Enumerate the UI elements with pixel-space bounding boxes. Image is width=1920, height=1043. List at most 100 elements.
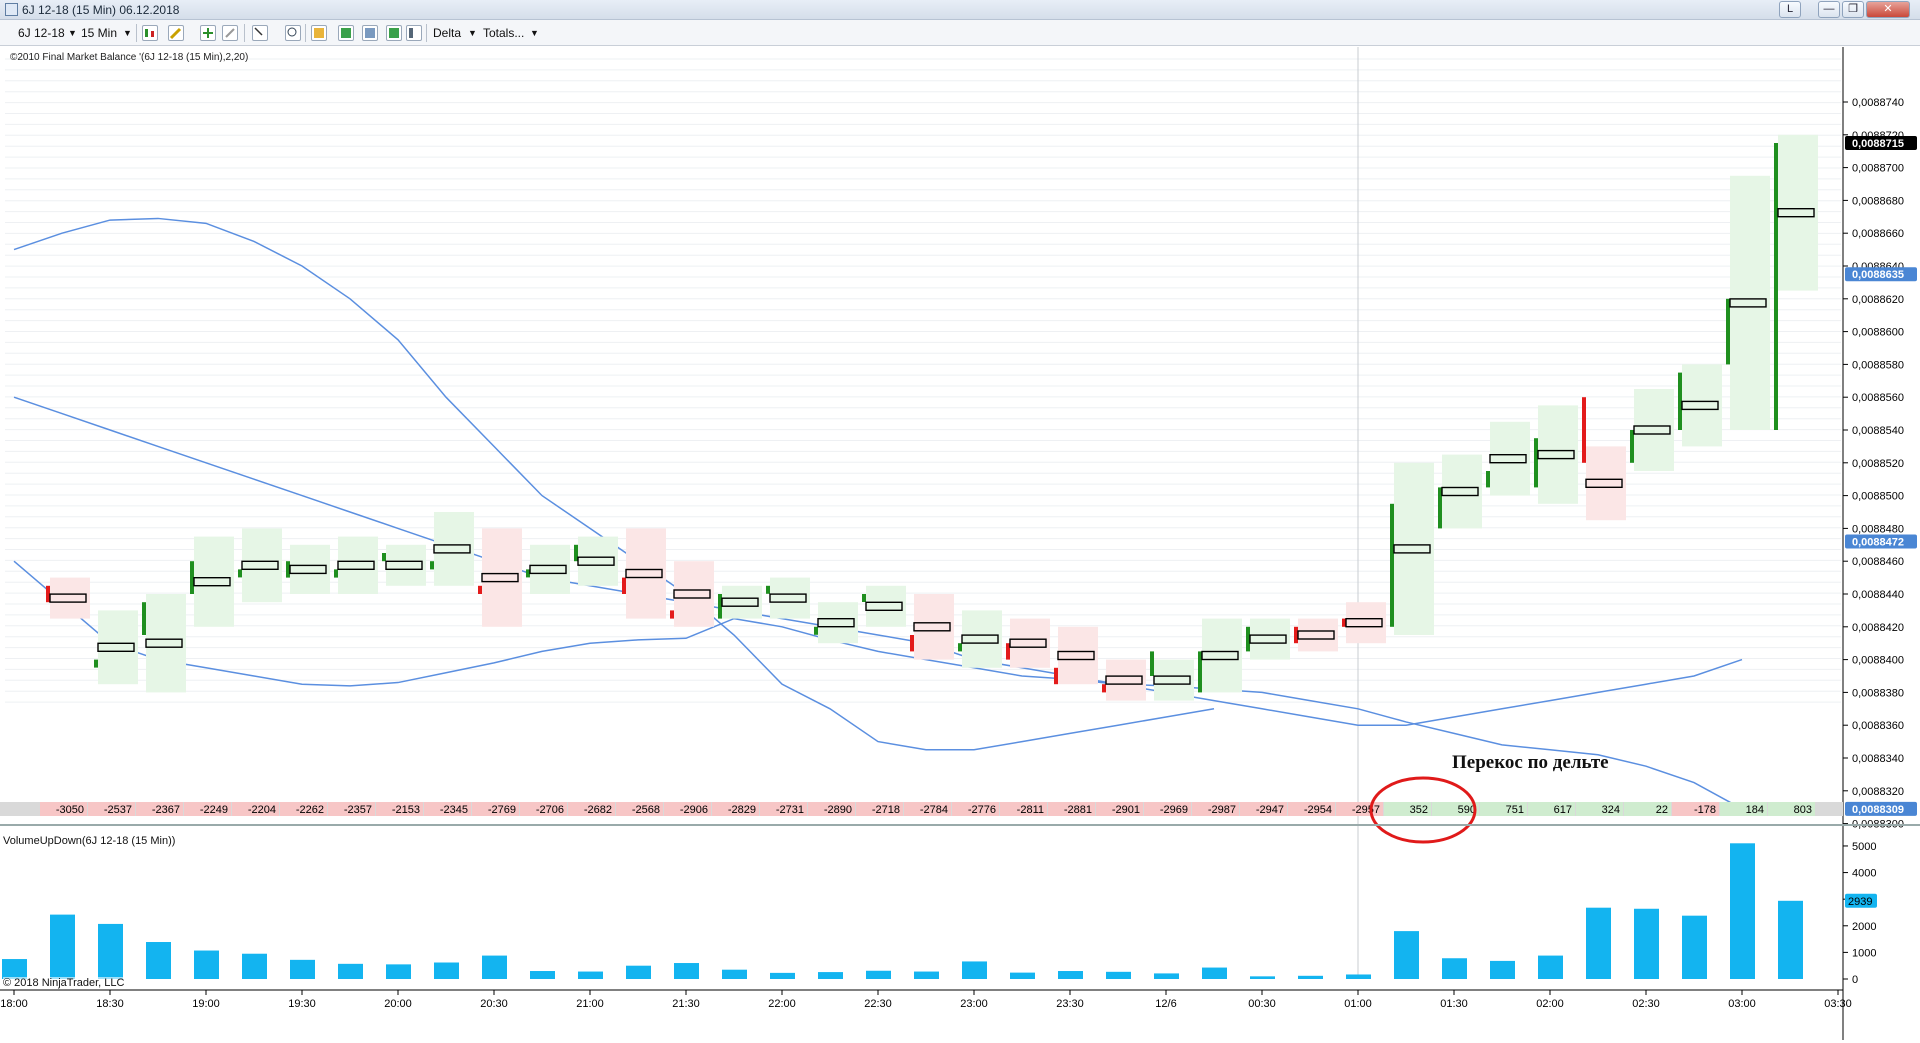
- cluster-box: [1538, 405, 1578, 504]
- candle: [46, 577, 90, 619]
- volume-bar: [818, 972, 843, 979]
- delta-annotation: Перекос по дельте: [1452, 752, 1609, 773]
- candle: [766, 577, 810, 619]
- window-title: 6J 12-18 (15 Min) 06.12.2018: [22, 3, 180, 17]
- instrument-dropdown-icon[interactable]: ▼: [68, 25, 77, 41]
- toolbar-separator: [244, 24, 245, 42]
- time-tick-label: 20:00: [384, 998, 412, 1010]
- price-chart-canvas[interactable]: 0,00887400,00887200,00887000,00886800,00…: [0, 47, 1920, 1040]
- delta-menu[interactable]: Delta: [433, 25, 461, 41]
- delta-value: -2718: [872, 804, 900, 816]
- remove-drawing-icon[interactable]: [222, 25, 238, 41]
- delta-value: -178: [1694, 804, 1716, 816]
- candle-body: [1102, 684, 1106, 693]
- maximize-button[interactable]: ❐: [1842, 1, 1864, 18]
- delta-value: 352: [1410, 804, 1428, 816]
- cluster-box: [1586, 446, 1626, 521]
- candle: [1726, 175, 1770, 430]
- cluster-box: [50, 577, 90, 619]
- data-box-icon[interactable]: [386, 25, 402, 41]
- volume-bar: [674, 963, 699, 979]
- candle-body: [382, 553, 386, 562]
- candle-body: [910, 635, 914, 652]
- delta-value: -2987: [1208, 804, 1236, 816]
- cluster-box: [962, 610, 1002, 668]
- delta-value: -2153: [392, 804, 420, 816]
- delta-value: -2811: [1017, 804, 1044, 816]
- price-tick-label: 0,0088600: [1852, 327, 1904, 339]
- cluster-box: [290, 544, 330, 594]
- volume-bar: [482, 955, 507, 979]
- cluster-box: [1298, 618, 1338, 652]
- price-tick-label: 0,0088620: [1852, 294, 1904, 306]
- delta-value: 184: [1746, 804, 1764, 816]
- indicator-label: ©2010 Final Market Balance '(6J 12-18 (1…: [10, 52, 249, 63]
- zoom-icon[interactable]: [285, 25, 301, 41]
- delta-value: -2954: [1304, 804, 1332, 816]
- interval-dropdown-icon[interactable]: ▼: [123, 25, 132, 41]
- time-tick-label: 18:30: [96, 998, 124, 1010]
- volume-marker-label: 2939: [1848, 896, 1872, 908]
- cluster-box: [1250, 618, 1290, 660]
- volume-bar: [1682, 915, 1707, 979]
- volume-bar: [626, 965, 651, 979]
- cluster-box: [242, 528, 282, 603]
- cluster-box: [98, 610, 138, 685]
- chart-properties-icon[interactable]: [362, 25, 378, 41]
- indicators-icon[interactable]: [311, 25, 327, 41]
- candle: [1390, 462, 1434, 635]
- cluster-box: [1058, 626, 1098, 685]
- minimize-button[interactable]: —: [1818, 1, 1840, 18]
- candle-body: [814, 626, 818, 635]
- totals-menu[interactable]: Totals...: [483, 25, 524, 41]
- candle-body: [1582, 397, 1586, 463]
- cluster-box: [1154, 659, 1194, 701]
- cluster-box: [338, 536, 378, 594]
- drawing-tools-icon[interactable]: [168, 25, 184, 41]
- candle: [1678, 364, 1722, 447]
- candle: [670, 561, 714, 627]
- strategies-icon[interactable]: [338, 25, 354, 41]
- cluster-box: [674, 561, 714, 627]
- totals-dropdown-icon[interactable]: ▼: [530, 25, 539, 41]
- delta-value: -2969: [1160, 804, 1188, 816]
- volume-bar: [1634, 908, 1659, 979]
- cluster-box: [770, 577, 810, 619]
- cluster-box: [530, 544, 570, 594]
- delta-value: -2568: [632, 804, 660, 816]
- delta-value: -2890: [824, 804, 852, 816]
- time-tick-label: 03:30: [1824, 998, 1852, 1010]
- price-marker-label: 0,0088309: [1852, 804, 1904, 816]
- volume-bar: [338, 963, 363, 979]
- volume-tick-label: 2000: [1852, 921, 1876, 933]
- candle: [478, 528, 522, 627]
- add-indicator-icon[interactable]: [200, 25, 216, 41]
- chart-style-icon[interactable]: [142, 25, 158, 41]
- toolbar-separator: [426, 24, 427, 42]
- delta-value: -2769: [488, 804, 516, 816]
- candle: [430, 512, 474, 586]
- candle-body: [862, 594, 866, 602]
- candle: [862, 585, 906, 627]
- interval-selector[interactable]: 15 Min: [81, 25, 117, 41]
- volume-bar: [1394, 931, 1419, 979]
- delta-value: -2947: [1256, 804, 1284, 816]
- candle: [1006, 618, 1050, 668]
- instrument-selector[interactable]: 6J 12-18: [18, 25, 65, 41]
- cluster-box: [914, 594, 954, 660]
- crosshair-icon[interactable]: [252, 25, 268, 41]
- volume-bar: [98, 923, 123, 979]
- candle-body: [958, 643, 962, 652]
- time-tick-label: 02:00: [1536, 998, 1564, 1010]
- delta-value: -2367: [152, 804, 180, 816]
- delta-value: -2262: [296, 804, 324, 816]
- close-button[interactable]: ✕: [1866, 1, 1910, 18]
- link-button[interactable]: L: [1779, 1, 1801, 18]
- panel-icon[interactable]: [406, 25, 422, 41]
- chart-area[interactable]: 0,0088740 0,0088720 0,0088700 0,0088680 0,00…: [0, 47, 1920, 1040]
- delta-value: -2731: [776, 804, 804, 816]
- delta-value: -3050: [56, 804, 84, 816]
- candle-body: [1630, 430, 1634, 463]
- candle: [286, 544, 330, 594]
- delta-dropdown-icon[interactable]: ▼: [468, 25, 477, 41]
